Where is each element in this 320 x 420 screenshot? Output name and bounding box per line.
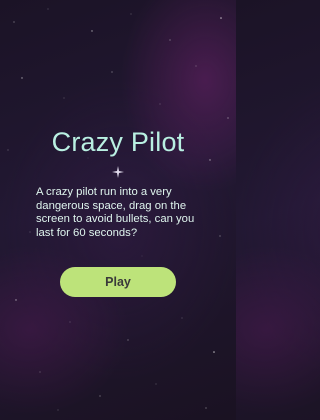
game-description: A crazy pilot run into a very dangerous … bbox=[36, 186, 195, 239]
play-button[interactable]: Play bbox=[60, 267, 176, 297]
sparkle-icon bbox=[112, 166, 124, 178]
game-title: Crazy Pilot bbox=[51, 127, 185, 157]
